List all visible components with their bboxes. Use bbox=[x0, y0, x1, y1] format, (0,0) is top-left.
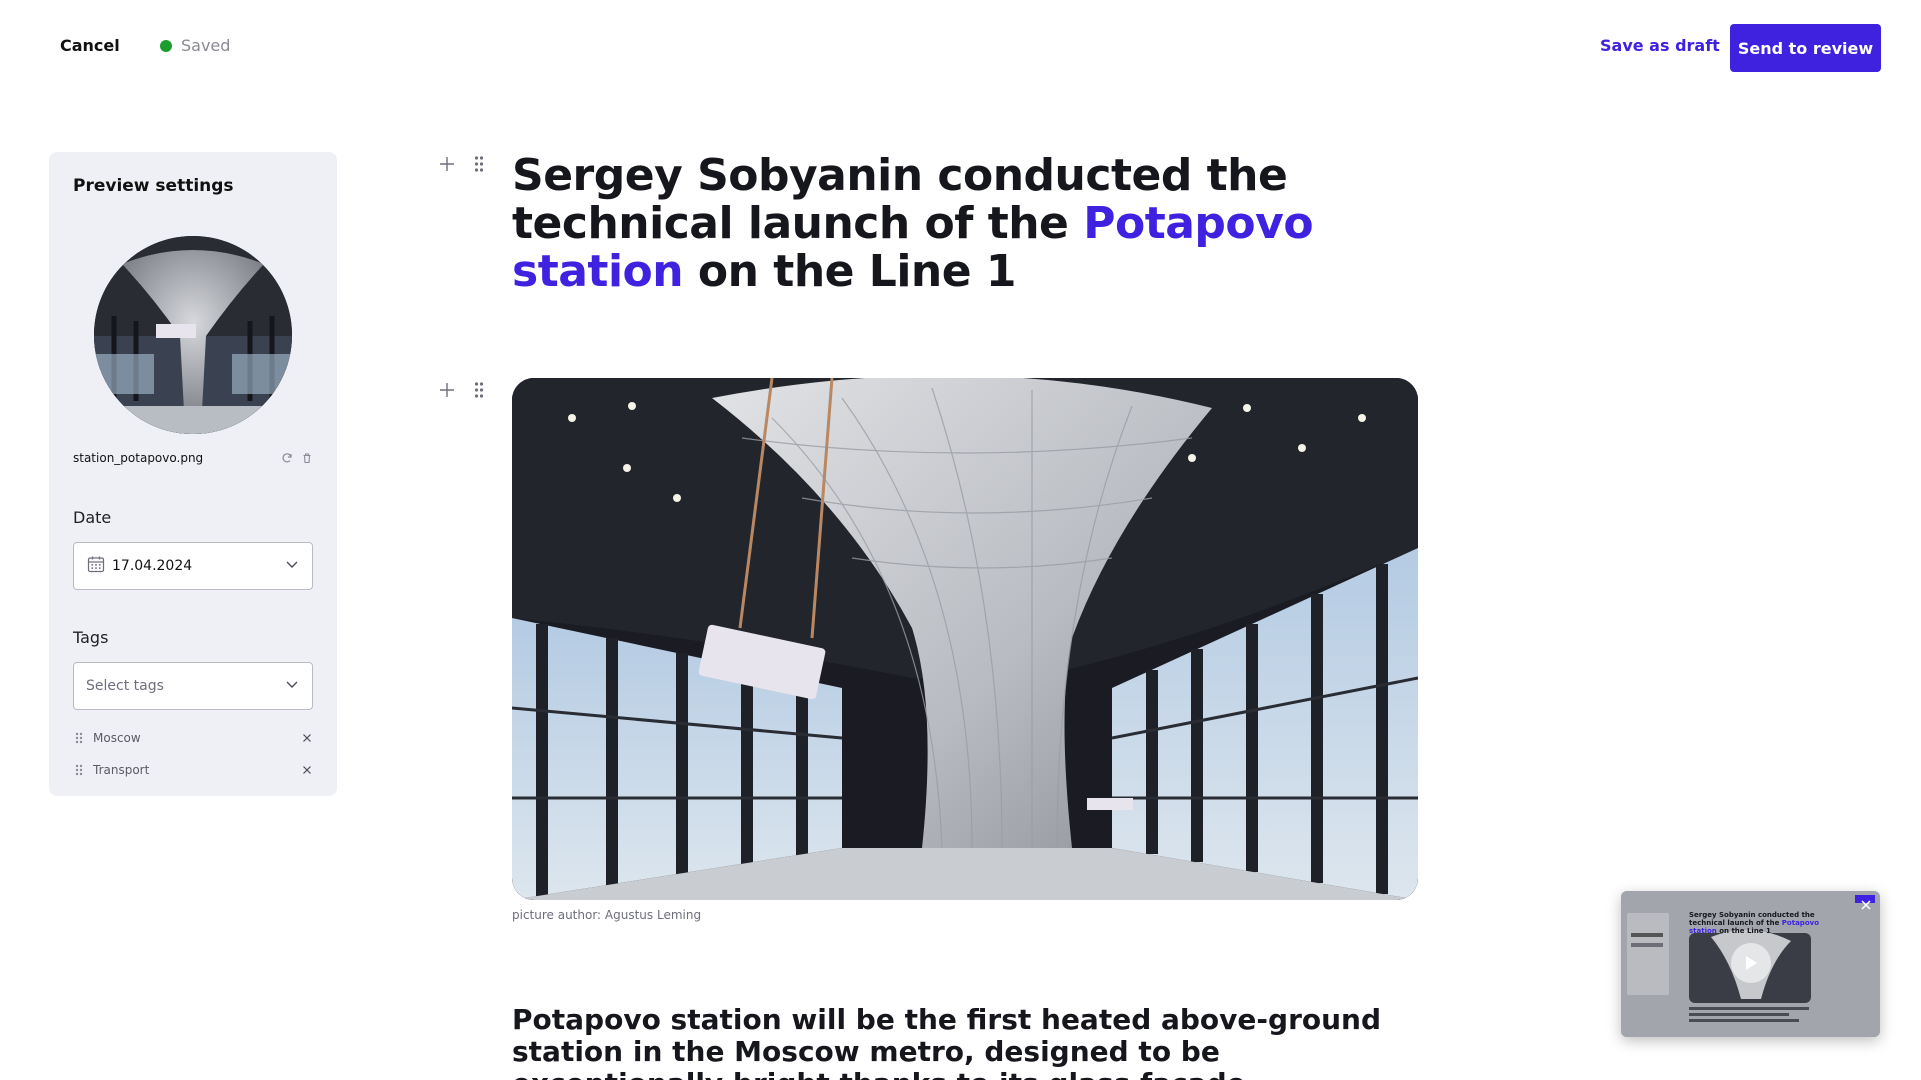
date-label: Date bbox=[73, 508, 112, 527]
play-icon[interactable] bbox=[1731, 943, 1771, 983]
panel-title: Preview settings bbox=[73, 176, 234, 196]
top-bar: Cancel Saved Save as draft Send to revie… bbox=[0, 0, 1921, 96]
add-block-icon[interactable] bbox=[437, 154, 457, 174]
chevron-down-icon bbox=[284, 556, 300, 576]
replace-image-icon[interactable] bbox=[277, 448, 297, 468]
article-lede[interactable]: Potapovo station will be the first heate… bbox=[512, 1004, 1392, 1080]
save-as-draft-button[interactable]: Save as draft bbox=[1600, 36, 1720, 55]
article-headline[interactable]: Sergey Sobyanin conducted the technical … bbox=[512, 152, 1392, 296]
tag-label: Transport bbox=[93, 763, 150, 777]
station-thumbnail-image bbox=[94, 236, 292, 434]
preview-title: Sergey Sobyanin conducted the technical … bbox=[1689, 911, 1819, 935]
drag-handle-icon[interactable] bbox=[73, 730, 85, 746]
drag-handle-icon[interactable] bbox=[73, 762, 85, 778]
remove-tag-icon[interactable] bbox=[297, 728, 317, 748]
drag-handle-icon[interactable] bbox=[469, 154, 489, 174]
preview-title-text: on the Line 1 bbox=[1716, 927, 1771, 935]
tag-item[interactable]: Transport bbox=[73, 758, 317, 782]
tags-placeholder: Select tags bbox=[86, 678, 164, 694]
send-to-review-button[interactable]: Send to review bbox=[1730, 24, 1881, 72]
cancel-button[interactable]: Cancel bbox=[60, 36, 120, 55]
tags-select[interactable]: Select tags bbox=[73, 662, 313, 710]
station-interior-image bbox=[512, 378, 1418, 900]
close-icon[interactable] bbox=[1858, 897, 1874, 913]
tags-label: Tags bbox=[73, 628, 109, 647]
drag-handle-icon[interactable] bbox=[469, 380, 489, 400]
delete-image-icon[interactable] bbox=[297, 448, 317, 468]
calendar-icon bbox=[86, 554, 106, 578]
remove-tag-icon[interactable] bbox=[297, 760, 317, 780]
hero-image[interactable] bbox=[512, 378, 1418, 900]
headline-text: on the Line 1 bbox=[683, 246, 1017, 297]
headline-block-controls bbox=[437, 154, 489, 174]
status-dot-icon bbox=[160, 39, 172, 52]
save-status: Saved bbox=[160, 36, 230, 55]
file-name: station_potapovo.png bbox=[73, 451, 204, 465]
tag-label: Moscow bbox=[93, 731, 141, 745]
image-caption[interactable]: picture author: Agustus Leming bbox=[512, 908, 701, 922]
preview-image[interactable] bbox=[94, 236, 292, 434]
add-block-icon[interactable] bbox=[437, 380, 457, 400]
chevron-down-icon bbox=[284, 676, 300, 696]
preview-settings-panel: Preview settings station_potapovo.png Da… bbox=[49, 152, 337, 796]
date-value: 17.04.2024 bbox=[112, 558, 193, 574]
date-picker[interactable]: 17.04.2024 bbox=[73, 542, 313, 590]
preview-file-row: station_potapovo.png bbox=[73, 448, 317, 468]
video-preview-thumbnail[interactable]: Sergey Sobyanin conducted the technical … bbox=[1621, 891, 1880, 1037]
image-block-controls bbox=[437, 380, 489, 400]
save-status-label: Saved bbox=[181, 36, 231, 55]
tag-item[interactable]: Moscow bbox=[73, 726, 317, 750]
